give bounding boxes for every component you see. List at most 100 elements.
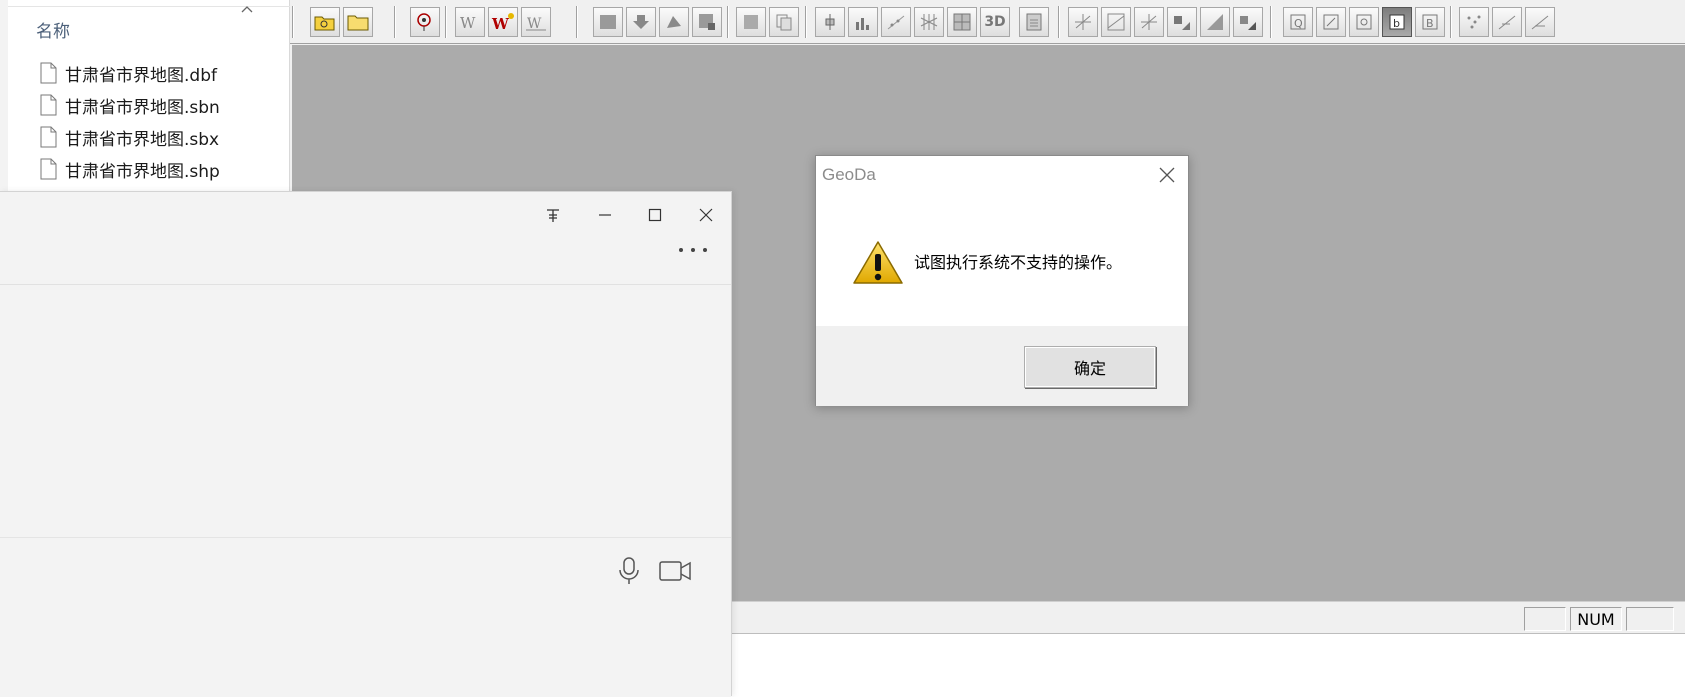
points-icon bbox=[1467, 15, 1481, 29]
weights-histogram-button[interactable]: W bbox=[521, 7, 551, 37]
scatterplot-icon bbox=[887, 15, 905, 30]
empirical-bayes-button[interactable] bbox=[1134, 7, 1164, 37]
conditional-plot-button[interactable] bbox=[947, 7, 977, 37]
microphone-icon[interactable] bbox=[616, 556, 642, 586]
getis-ord-button[interactable] bbox=[1233, 7, 1263, 37]
grid-plot-icon bbox=[953, 13, 971, 31]
animation-icon bbox=[1531, 15, 1549, 30]
3d-plot-button[interactable]: 3D bbox=[980, 7, 1010, 37]
percentile-map-button[interactable] bbox=[1316, 7, 1346, 37]
file-icon bbox=[40, 158, 57, 180]
file-icon bbox=[40, 126, 57, 148]
down-arrow-icon bbox=[633, 15, 649, 29]
select-tool-button[interactable] bbox=[410, 7, 440, 37]
file-row[interactable]: 甘肃省市界地图.sbn bbox=[40, 90, 220, 120]
scatterplot-button[interactable] bbox=[881, 7, 911, 37]
map-edit-button[interactable] bbox=[692, 7, 722, 37]
cartogram-button[interactable] bbox=[1492, 7, 1522, 37]
parallel-coordinates-button[interactable] bbox=[914, 7, 944, 37]
quantile-map-button[interactable]: Q bbox=[1283, 7, 1313, 37]
box-map-button[interactable] bbox=[1349, 7, 1379, 37]
toolbar-separator bbox=[292, 6, 294, 38]
lisa-cluster-button[interactable] bbox=[1200, 7, 1230, 37]
lisa-icon bbox=[1174, 16, 1190, 30]
boxplot-button[interactable] bbox=[815, 7, 845, 37]
bivariate-moran-button[interactable] bbox=[1101, 7, 1131, 37]
boxplot-icon bbox=[825, 14, 835, 30]
box-map-icon bbox=[1356, 14, 1372, 30]
add-layer-button[interactable] bbox=[626, 7, 656, 37]
chat-title-bar bbox=[0, 192, 731, 285]
warning-icon bbox=[853, 241, 903, 284]
bayes-icon: B bbox=[1422, 14, 1438, 30]
shapes-tool-button[interactable] bbox=[659, 7, 689, 37]
folder-icon bbox=[347, 15, 369, 31]
chat-app-window bbox=[0, 191, 732, 697]
close-button[interactable] bbox=[691, 200, 721, 230]
file-icon bbox=[40, 62, 57, 84]
moran-icon bbox=[1075, 14, 1091, 30]
pin-button[interactable] bbox=[538, 200, 568, 230]
file-name: 甘肃省市界地图.sbn bbox=[65, 97, 220, 118]
open-project-icon bbox=[314, 16, 335, 31]
svg-text:W: W bbox=[491, 15, 510, 32]
moran-scatterplot-button[interactable] bbox=[1068, 7, 1098, 37]
table-tool-button[interactable] bbox=[736, 7, 766, 37]
weights-histogram-icon: W bbox=[526, 16, 546, 32]
3d-label: 3D bbox=[984, 14, 1006, 30]
open-folder-button[interactable] bbox=[343, 7, 373, 37]
regression-button[interactable]: b bbox=[1382, 7, 1412, 37]
calculator-button[interactable] bbox=[1019, 7, 1049, 37]
file-row[interactable]: 甘肃省市界地图.sbx bbox=[40, 122, 219, 152]
copy-button[interactable] bbox=[769, 7, 799, 37]
open-project-button[interactable] bbox=[310, 7, 340, 37]
name-column-header[interactable]: 名称 bbox=[36, 17, 70, 42]
maximize-icon bbox=[648, 208, 662, 222]
close-icon[interactable] bbox=[1156, 164, 1178, 186]
more-options-icon[interactable] bbox=[675, 244, 711, 256]
file-explorer-panel: 名称 甘肃省市界地图.dbf 甘肃省市界地图.sbn 甘肃省市界地图.sbx 甘… bbox=[0, 0, 290, 200]
histogram-button[interactable] bbox=[848, 7, 878, 37]
quantile-icon: Q bbox=[1290, 14, 1306, 30]
pin-icon bbox=[547, 209, 559, 222]
lisa-map-button[interactable] bbox=[1167, 7, 1197, 37]
toolbar-separator bbox=[1450, 6, 1452, 38]
file-row[interactable]: 甘肃省市界地图.shp bbox=[40, 154, 220, 184]
target-icon bbox=[417, 13, 431, 31]
bivariate-moran-icon bbox=[1107, 13, 1125, 31]
file-name: 甘肃省市界地图.sbx bbox=[65, 129, 220, 150]
svg-text:b: b bbox=[1393, 17, 1400, 30]
file-row[interactable]: 甘肃省市界地图.dbf bbox=[40, 58, 217, 88]
video-camera-icon[interactable] bbox=[658, 558, 692, 584]
chat-message-area bbox=[0, 285, 731, 537]
file-icon bbox=[40, 94, 57, 116]
error-message: 试图执行系统不支持的操作。 bbox=[914, 253, 1123, 272]
create-weights-button[interactable]: W bbox=[488, 7, 518, 37]
close-icon bbox=[699, 208, 713, 222]
calculator-icon bbox=[1026, 13, 1042, 31]
shapes-icon bbox=[667, 16, 681, 28]
toolbar-separator bbox=[727, 6, 729, 38]
svg-text:W: W bbox=[460, 14, 476, 32]
map-tool-button[interactable] bbox=[593, 7, 623, 37]
explorer-gutter bbox=[0, 0, 8, 200]
maximize-button[interactable] bbox=[640, 200, 670, 230]
cartogram-icon bbox=[1498, 15, 1516, 30]
animation-button[interactable] bbox=[1525, 7, 1555, 37]
point-map-button[interactable] bbox=[1459, 7, 1489, 37]
toolbar-separator bbox=[805, 6, 807, 38]
toolbar-separator bbox=[445, 6, 447, 38]
status-cell bbox=[1626, 607, 1674, 631]
map-icon bbox=[600, 15, 616, 29]
create-weights-icon: W bbox=[491, 13, 514, 32]
toolbar-separator bbox=[1270, 6, 1272, 38]
weights-file-button[interactable]: W bbox=[455, 7, 485, 37]
bayes-button[interactable]: B bbox=[1415, 7, 1445, 37]
ok-button[interactable]: 确定 bbox=[1024, 346, 1156, 388]
sort-ascending-icon[interactable] bbox=[240, 4, 254, 14]
dialog-title: GeoDa bbox=[822, 165, 876, 184]
minimize-button[interactable] bbox=[590, 200, 620, 230]
cluster-icon bbox=[1207, 14, 1223, 30]
histogram-icon bbox=[856, 18, 869, 30]
geoda-error-dialog: GeoDa 试图执行系统不支持的操作。 确定 bbox=[815, 155, 1189, 406]
